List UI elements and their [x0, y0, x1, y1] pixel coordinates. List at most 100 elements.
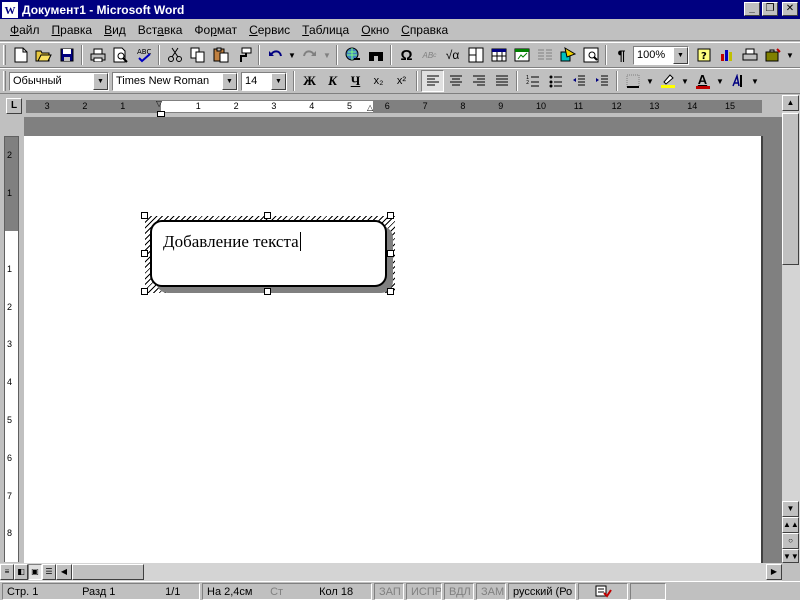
drawing-icon[interactable]: [556, 44, 579, 66]
font-size-combo[interactable]: 14 ▼: [241, 71, 287, 91]
open-folder-icon[interactable]: [32, 44, 55, 66]
horizontal-scroll-thumb[interactable]: [72, 564, 144, 580]
outline-view-icon[interactable]: ☰: [42, 564, 56, 580]
align-right-icon[interactable]: [467, 70, 490, 92]
save-icon[interactable]: [55, 44, 78, 66]
zoom-combo[interactable]: 100% ▼: [633, 45, 689, 65]
menu-format[interactable]: Формат: [188, 21, 243, 39]
resize-handle-bottom-left[interactable]: [141, 288, 148, 295]
status-overtype[interactable]: ЗАМ: [476, 582, 506, 600]
copy-icon[interactable]: [186, 44, 209, 66]
redo-icon[interactable]: [298, 44, 321, 66]
menu-insert[interactable]: Вставка: [132, 21, 189, 39]
chart-icon[interactable]: [715, 44, 738, 66]
align-center-icon[interactable]: [444, 70, 467, 92]
fax-print-icon[interactable]: [738, 44, 761, 66]
previous-page-icon[interactable]: ▲▲: [782, 517, 799, 533]
font-color-icon[interactable]: A: [691, 70, 714, 92]
browse-object-icon[interactable]: ○: [782, 533, 799, 549]
bold-button[interactable]: Ж: [298, 70, 321, 92]
align-left-icon[interactable]: [421, 70, 444, 92]
document-page[interactable]: [24, 136, 763, 563]
menu-view[interactable]: Вид: [98, 21, 132, 39]
document-map-icon[interactable]: [579, 44, 602, 66]
chevron-down-icon[interactable]: ▼: [93, 72, 108, 90]
tab-selector-button[interactable]: L: [6, 98, 22, 114]
print-icon[interactable]: [86, 44, 109, 66]
decrease-indent-icon[interactable]: [567, 70, 590, 92]
vertical-scrollbar[interactable]: ▲ ▼ ▲▲ ○ ▼▼: [782, 95, 800, 563]
resize-handle-right[interactable]: [387, 250, 394, 257]
horizontal-scroll-track[interactable]: [144, 564, 766, 580]
insert-table-icon[interactable]: [487, 44, 510, 66]
status-extend[interactable]: ВДЛ: [444, 582, 474, 600]
status-track-changes[interactable]: ИСПР: [406, 582, 442, 600]
spelling-icon[interactable]: ABC: [132, 44, 155, 66]
normal-view-icon[interactable]: ≡: [0, 564, 14, 580]
show-formatting-pilcrow-icon[interactable]: ¶: [610, 44, 633, 66]
restore-button[interactable]: ❐: [762, 2, 778, 16]
menu-edit[interactable]: Правка: [46, 21, 99, 39]
print-preview-icon[interactable]: [109, 44, 132, 66]
resize-handle-bottom[interactable]: [264, 288, 271, 295]
scroll-down-arrow-icon[interactable]: ▼: [782, 501, 799, 517]
menu-help[interactable]: Справка: [395, 21, 454, 39]
web-layout-view-icon[interactable]: ◧: [14, 564, 28, 580]
text-direction-icon[interactable]: [726, 70, 749, 92]
insert-frame-icon[interactable]: [464, 44, 487, 66]
font-color-dropdown-icon[interactable]: ▼: [714, 70, 726, 92]
vertical-scroll-thumb[interactable]: [782, 113, 799, 265]
status-language[interactable]: русский (Ро: [508, 582, 576, 600]
menu-tools[interactable]: Сервис: [243, 21, 296, 39]
status-position-group[interactable]: На 2,4см Ст Кол 18: [202, 582, 372, 600]
style-combo[interactable]: Обычный ▼: [9, 71, 109, 91]
callout-text[interactable]: Добавление текста: [163, 232, 301, 252]
underline-button[interactable]: Ч: [344, 70, 367, 92]
undo-dropdown-icon[interactable]: ▼: [286, 44, 298, 66]
print-layout-view-icon[interactable]: ▣: [28, 564, 42, 580]
toolbar-grip[interactable]: [3, 71, 6, 91]
align-justify-icon[interactable]: [490, 70, 513, 92]
borders-dropdown-icon[interactable]: ▼: [644, 70, 656, 92]
spelling-status-book-icon[interactable]: [578, 582, 628, 600]
toolbar-more-icon[interactable]: ▼: [784, 44, 796, 66]
resize-handle-top[interactable]: [264, 212, 271, 219]
scroll-right-arrow-icon[interactable]: ▶: [766, 564, 782, 580]
insert-excel-icon[interactable]: [510, 44, 533, 66]
menu-window[interactable]: Окно: [355, 21, 395, 39]
increase-indent-icon[interactable]: [590, 70, 613, 92]
paste-icon[interactable]: [209, 44, 232, 66]
rounded-callout-shape[interactable]: Добавление текста: [150, 220, 387, 287]
toolbar-grip[interactable]: [3, 45, 6, 65]
chevron-down-icon[interactable]: ▼: [673, 46, 688, 64]
close-button[interactable]: ✕: [782, 2, 798, 16]
highlight-dropdown-icon[interactable]: ▼: [679, 70, 691, 92]
office-assistant-help-icon[interactable]: ?: [692, 44, 715, 66]
briefcase-icon[interactable]: [761, 44, 784, 66]
undo-icon[interactable]: [263, 44, 286, 66]
columns-icon[interactable]: [533, 44, 556, 66]
resize-handle-bottom-right[interactable]: [387, 288, 394, 295]
cut-icon[interactable]: [163, 44, 186, 66]
chevron-down-icon[interactable]: ▼: [271, 72, 286, 90]
redo-dropdown-icon[interactable]: ▼: [321, 44, 333, 66]
subscript-button[interactable]: x₂: [367, 70, 390, 92]
right-indent-marker[interactable]: △: [367, 103, 373, 112]
menu-file[interactable]: Файл: [4, 21, 46, 39]
first-line-indent-marker[interactable]: ▽: [156, 101, 162, 108]
toolbar-more-icon[interactable]: ▼: [749, 70, 761, 92]
hyperlink-globe-icon[interactable]: [341, 44, 364, 66]
format-painter-icon[interactable]: [232, 44, 255, 66]
borders-icon[interactable]: [621, 70, 644, 92]
superscript-button[interactable]: x²: [390, 70, 413, 92]
scroll-left-arrow-icon[interactable]: ◀: [56, 564, 72, 580]
font-combo[interactable]: Times New Roman ▼: [112, 71, 238, 91]
vertical-ruler[interactable]: 2 1 1 2 3 4 5 6 7 8: [4, 136, 19, 562]
horizontal-ruler[interactable]: ▽ △ 3 2 1 1 2 3 4 5 6 7 8 9 10 11 12 13 14 15: [26, 100, 762, 113]
resize-handle-left[interactable]: [141, 250, 148, 257]
minimize-button[interactable]: _: [744, 2, 760, 16]
resize-handle-top-left[interactable]: [141, 212, 148, 219]
equation-icon[interactable]: √α: [441, 44, 464, 66]
wordart-icon[interactable]: AB c: [418, 44, 441, 66]
symbol-omega-icon[interactable]: Ω: [395, 44, 418, 66]
